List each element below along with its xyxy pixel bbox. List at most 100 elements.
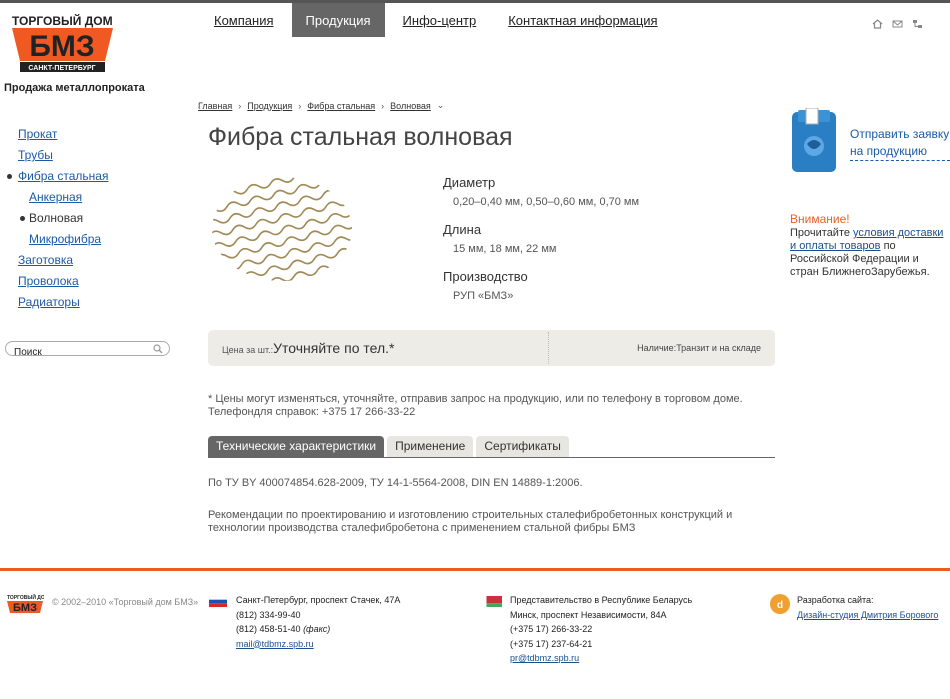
sidebar-item-steel-fiber: Фибра стальная	[7, 169, 108, 190]
sidebar-link[interactable]: Анкерная	[29, 190, 82, 204]
mail-icon[interactable]	[892, 16, 903, 28]
sidebar-link[interactable]: Прокат	[18, 127, 57, 141]
search-icon[interactable]	[153, 344, 163, 354]
search-input[interactable]	[14, 346, 154, 359]
tab-certificates[interactable]: Сертификаты	[476, 436, 569, 457]
by-phone: (+375 17) 237-64-21	[510, 638, 593, 649]
price-value: Уточняйте по тел.*	[273, 340, 395, 356]
divider	[548, 332, 549, 364]
sidebar-item-prokat: Прокат	[18, 127, 108, 148]
by-title: Представительство в Республике Беларусь	[510, 595, 693, 605]
dev-studio-link[interactable]: Дизайн-студия Дмитрия Борового	[797, 610, 938, 620]
tab-specs[interactable]: Технические характеристики	[208, 436, 385, 457]
tab-standards-text: По ТУ BY 400074854.628-2009, ТУ 14-1-556…	[208, 477, 583, 489]
svg-text:d: d	[777, 600, 783, 611]
footer-spb: Санкт-Петербург, проспект Стачек, 47А (8…	[236, 593, 400, 651]
sidebar-subitem-microfiber: Микрофибра	[18, 232, 108, 253]
price-note-line: * Цены могут изменяться, уточняйте, отпр…	[208, 393, 743, 405]
footer-belarus: Представительство в Республике Беларусь …	[510, 593, 692, 666]
sidebar-link[interactable]: Радиаторы	[18, 295, 80, 309]
tab-recommendations-text: Рекомендации по проектированию и изготов…	[208, 509, 733, 534]
attention-text: Прочитайте условия доставки и оплаты тов…	[790, 227, 950, 279]
breadcrumb-home[interactable]: Главная	[198, 101, 232, 111]
sidebar-link[interactable]: Трубы	[18, 148, 53, 162]
tab-application[interactable]: Применение	[387, 436, 474, 457]
bullet-icon	[20, 216, 25, 221]
topnav-info-center[interactable]: Инфо-центр	[389, 3, 491, 37]
breadcrumb-products[interactable]: Продукция	[247, 101, 292, 111]
search-box	[5, 341, 170, 359]
by-address: Минск, проспект Независимости, 84А	[510, 609, 667, 620]
chevron-down-icon[interactable]: ⌄	[437, 100, 445, 111]
request-link[interactable]: Отправить заявку на продукцию	[850, 126, 950, 161]
sidebar-subitem-anchor: Анкерная	[18, 190, 108, 211]
availability-label: Наличие:	[637, 343, 677, 353]
property-value: РУП «БМЗ»	[453, 290, 514, 302]
sidebar-current-label: Волновая	[29, 211, 84, 225]
company-logo[interactable]: ТОРГОВЫЙ ДОМ БМЗ САНКТ-ПЕТЕРБУРГ	[10, 14, 115, 76]
spb-email-link[interactable]: mail@tdbmz.spb.ru	[236, 639, 314, 649]
product-image	[212, 177, 352, 281]
sidebar-item-radiators: Радиаторы	[18, 295, 108, 316]
by-email-link[interactable]: pr@tdbmz.spb.ru	[510, 653, 579, 663]
price-bar: Цена за шт.:Уточняйте по тел.* Наличие:Т…	[208, 330, 775, 366]
topnav-company[interactable]: Компания	[200, 3, 288, 37]
breadcrumb-steel-fiber[interactable]: Фибра стальная	[307, 101, 375, 111]
chevron-right-icon: ›	[238, 100, 242, 111]
sidebar-item-wire: Проволока	[18, 274, 108, 295]
price: Цена за шт.:Уточняйте по тел.*	[222, 340, 394, 356]
sitemap-icon[interactable]	[912, 16, 923, 28]
spb-phone: (812) 334-99-40	[236, 609, 301, 620]
sidebar-subitem-wave: Волновая	[18, 211, 108, 232]
fax-label: (факс)	[303, 624, 331, 634]
spb-address: Санкт-Петербург, проспект Стачек, 47А	[236, 595, 401, 605]
dev-label: Разработка сайта:	[797, 595, 874, 605]
spb-fax-phone: (812) 458-51-40	[236, 624, 301, 634]
property-label: Производство	[443, 269, 528, 284]
tagline: Продажа металлопроката	[4, 82, 145, 94]
availability-value: Транзит и на складе	[676, 343, 761, 353]
footer-logo[interactable]: ТОРГОВЫЙ ДОМ БМЗ	[6, 594, 44, 616]
home-icon[interactable]	[872, 16, 883, 29]
chevron-right-icon: ›	[381, 100, 385, 111]
topnav-products[interactable]: Продукция	[291, 3, 385, 37]
footer-developer: Разработка сайта: Дизайн-студия Дмитрия …	[797, 593, 938, 622]
attention-title: Внимание!	[790, 212, 850, 226]
breadcrumb: Главная › Продукция › Фибра стальная › В…	[198, 100, 444, 111]
breadcrumb-current[interactable]: Волновая	[390, 101, 431, 111]
footer-divider	[0, 568, 950, 571]
sidebar-nav: Прокат Трубы Фибра стальная Анкерная Вол…	[7, 127, 108, 316]
page-title: Фибра стальная волновая	[208, 123, 513, 151]
sidebar-link[interactable]: Проволока	[18, 274, 79, 288]
phone-note-line: Телефондля справок: +375 17 266-33-22	[208, 406, 416, 418]
property-label: Длина	[443, 222, 482, 237]
property-label: Диаметр	[443, 175, 496, 190]
logo-top-text: ТОРГОВЫЙ ДОМ	[12, 14, 113, 28]
sidebar-link[interactable]: Заготовка	[18, 253, 73, 267]
footer-logo-top-text: ТОРГОВЫЙ ДОМ	[7, 594, 44, 601]
sidebar-item-billet: Заготовка	[18, 253, 108, 274]
price-label: Цена за шт.:	[222, 345, 274, 355]
copyright: © 2002–2010 «Торговый дом БМЗ»	[52, 597, 199, 607]
tabs: Технические характеристики Применение Се…	[208, 436, 775, 458]
sidebar-link[interactable]: Фибра стальная	[18, 169, 108, 183]
by-phone: (+375 17) 266-33-22	[510, 624, 593, 634]
attention-pre: Прочитайте	[790, 227, 854, 239]
russia-flag-icon	[209, 596, 227, 607]
logo-main-text: БМЗ	[29, 30, 94, 63]
sidebar-link[interactable]: Микрофибра	[29, 232, 101, 246]
belarus-flag-icon	[484, 596, 502, 607]
price-note: * Цены могут изменяться, уточняйте, отпр…	[208, 393, 743, 419]
mailbox-icon[interactable]	[788, 108, 840, 174]
sidebar-item-pipes: Трубы	[18, 148, 108, 169]
property-value: 0,20–0,40 мм, 0,50–0,60 мм, 0,70 мм	[453, 196, 640, 208]
chevron-right-icon: ›	[298, 100, 302, 111]
bullet-icon	[7, 174, 12, 179]
studio-logo-icon: d	[770, 594, 790, 614]
top-icons	[872, 16, 923, 29]
property-value: 15 мм, 18 мм, 22 мм	[453, 243, 557, 255]
product-properties: Диаметр 0,20–0,40 мм, 0,50–0,60 мм, 0,70…	[443, 175, 639, 316]
availability: Наличие:Транзит и на складе	[637, 343, 761, 353]
topnav-contacts[interactable]: Контактная информация	[494, 3, 671, 37]
spb-fax-line: (812) 458-51-40 (факс)	[236, 622, 400, 637]
